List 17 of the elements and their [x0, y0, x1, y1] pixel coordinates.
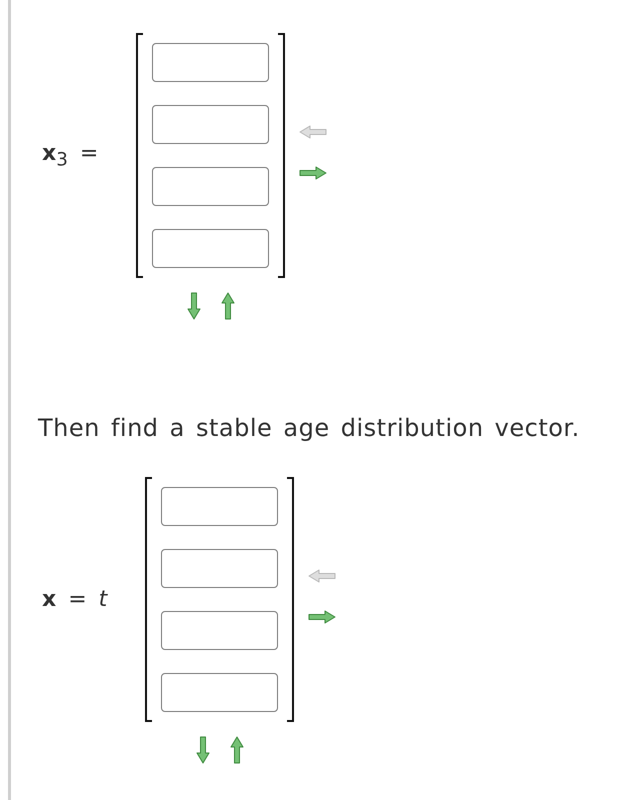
answer-box[interactable]	[152, 229, 270, 268]
down-arrow-icon[interactable]	[196, 736, 210, 764]
answer-box[interactable]	[152, 167, 270, 206]
right-arrow-icon[interactable]	[308, 610, 336, 624]
right-arrow-icon[interactable]	[299, 166, 328, 180]
answer-box[interactable]	[161, 487, 278, 526]
answer-box[interactable]	[161, 549, 278, 588]
answer-box[interactable]	[161, 611, 278, 650]
answer-box[interactable]	[161, 673, 278, 712]
answer-box[interactable]	[152, 43, 270, 82]
up-arrow-icon[interactable]	[230, 736, 244, 764]
up-arrow-icon[interactable]	[220, 292, 235, 320]
instruction-text: Then find a stable age distribution vector.	[38, 414, 581, 442]
answer-box[interactable]	[152, 105, 270, 144]
vector-label: x = t	[41, 587, 108, 612]
down-arrow-icon[interactable]	[186, 292, 201, 320]
vector-label: x$_{3}$ =	[41, 140, 98, 170]
